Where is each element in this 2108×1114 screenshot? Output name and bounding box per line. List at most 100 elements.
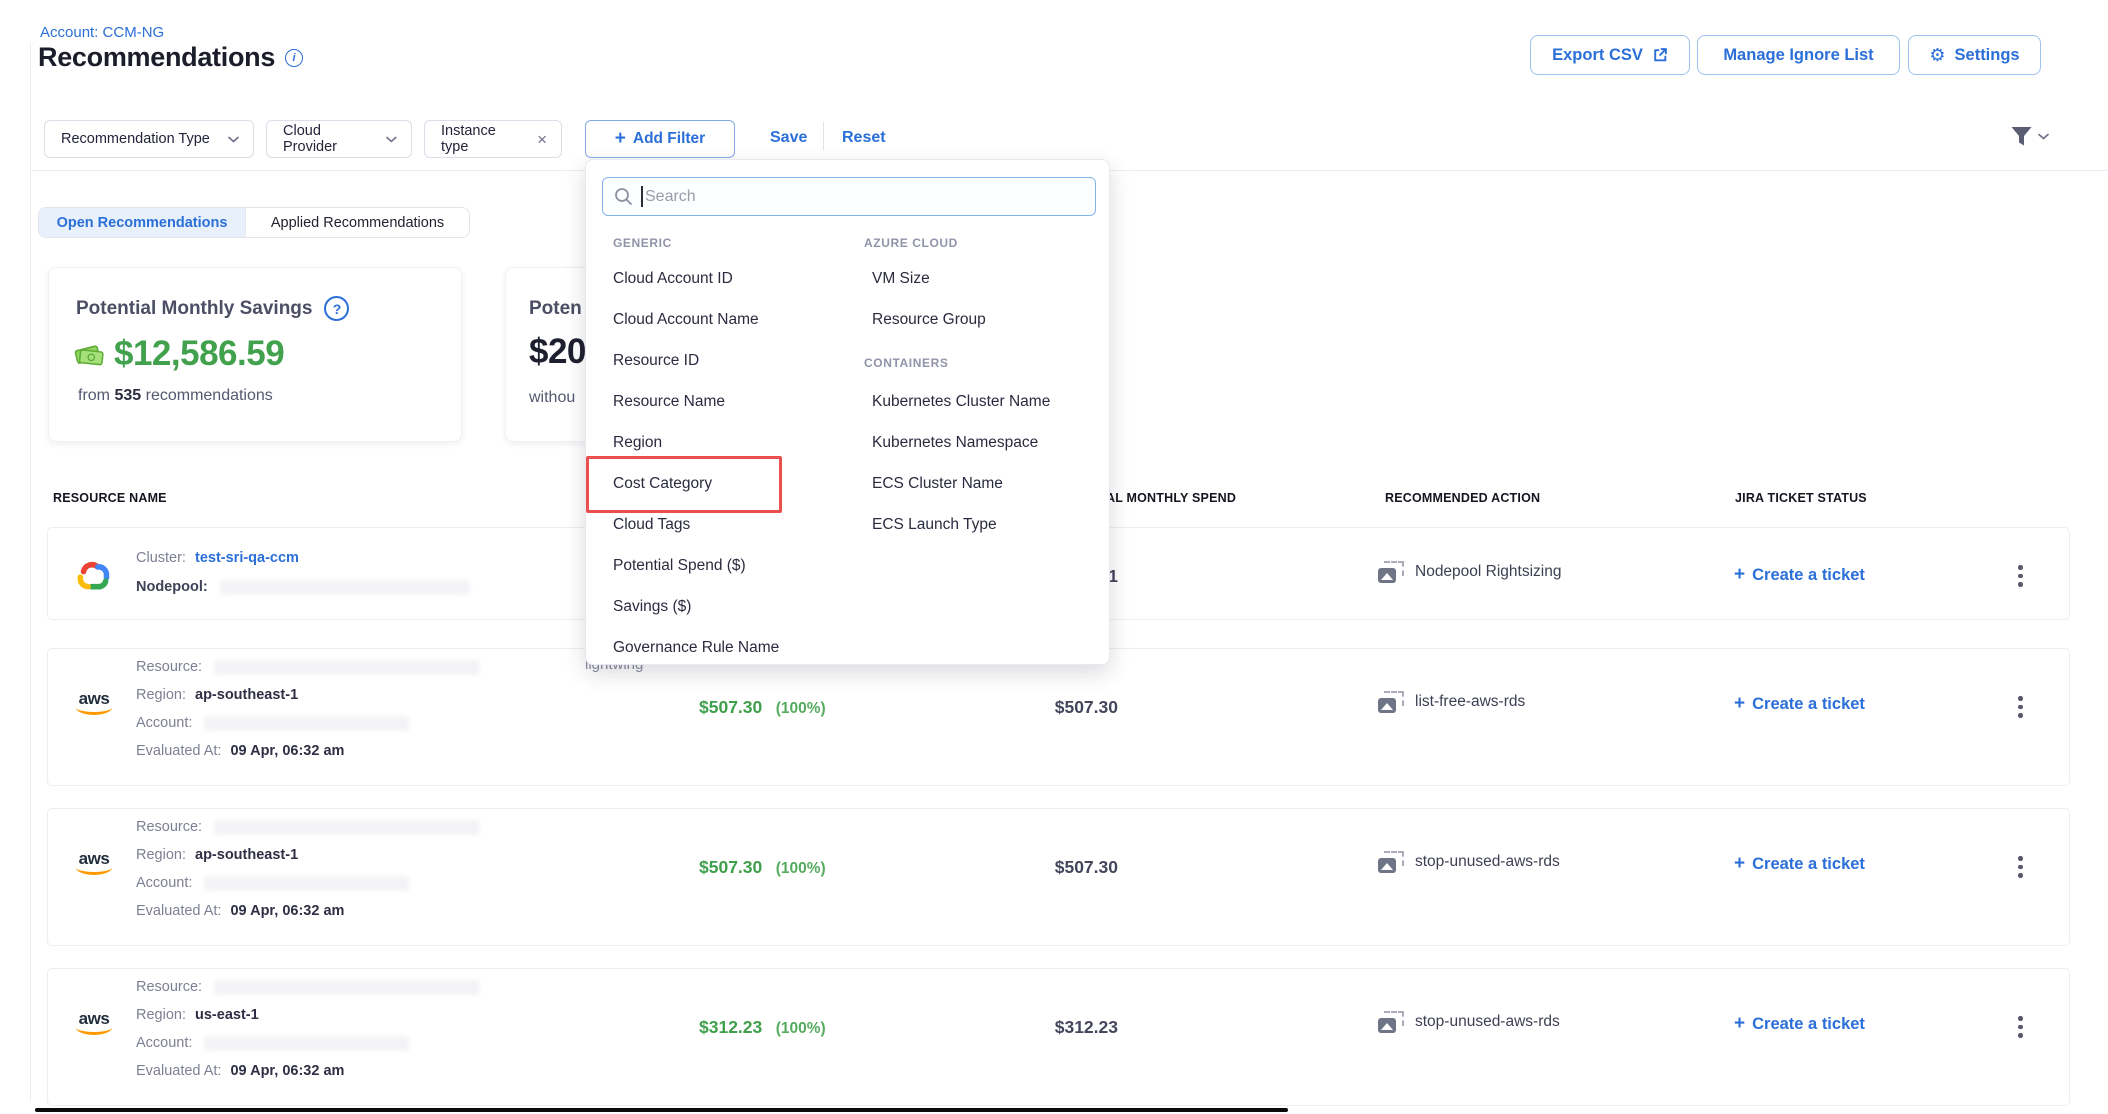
reset-filter-button[interactable]: Reset [842, 129, 886, 147]
recommendations-tabs: Open Recommendations Applied Recommendat… [38, 207, 470, 238]
filter-panel-toggle[interactable] [2010, 126, 2049, 147]
savings-percent: (100%) [776, 860, 826, 877]
breadcrumb[interactable]: Account: CCM-NG [40, 24, 164, 41]
row-menu-button[interactable] [2016, 694, 2025, 720]
chevron-down-icon [386, 136, 397, 143]
recommended-action-label: Nodepool Rightsizing [1415, 563, 1561, 581]
save-filter-button[interactable]: Save [770, 129, 807, 147]
cluster-label: Cluster: [136, 550, 186, 566]
filter-option-cloud-tags[interactable]: Cloud Tags [613, 516, 690, 534]
broken-image-icon [1378, 691, 1404, 713]
plus-icon: + [1734, 1013, 1745, 1034]
info-icon[interactable]: i [285, 49, 303, 67]
spend-card-title-fragment: Poten [529, 298, 582, 320]
row-menu-button[interactable] [2016, 563, 2025, 589]
gcp-logo [74, 558, 112, 595]
resource-label: Resource: [136, 819, 202, 835]
create-ticket-button[interactable]: +Create a ticket [1734, 1013, 1865, 1035]
redacted-value [204, 876, 409, 891]
recommended-action-cell: Nodepool Rightsizing [1378, 561, 1561, 583]
plus-icon: + [1734, 853, 1745, 874]
aws-logo: aws [74, 691, 114, 715]
row-menu-button[interactable] [2016, 854, 2025, 880]
filter-option-cloud-account-name[interactable]: Cloud Account Name [613, 311, 759, 329]
recommended-action-cell: list-free-aws-rds [1378, 691, 1525, 713]
settings-label: Settings [1955, 46, 2020, 65]
filter-option-cost-category[interactable]: Cost Category [613, 475, 712, 493]
filter-option-governance-rule-name[interactable]: Governance Rule Name [613, 639, 779, 657]
filter-option-potential-spend[interactable]: Potential Spend ($) [613, 557, 746, 575]
table-row[interactable]: aws Resource: Region: us-east-1 Account:… [47, 968, 2070, 1106]
filter-option-ecs-launch-type[interactable]: ECS Launch Type [872, 516, 997, 534]
create-ticket-label: Create a ticket [1752, 566, 1865, 584]
redacted-value [204, 1036, 409, 1051]
external-link-icon [1652, 47, 1668, 63]
filter-option-resource-group[interactable]: Resource Group [872, 311, 986, 329]
cluster-link[interactable]: test-sri-qa-ccm [195, 550, 299, 566]
filter-option-kubernetes-cluster-name[interactable]: Kubernetes Cluster Name [872, 393, 1050, 411]
manage-ignore-list-label: Manage Ignore List [1723, 46, 1873, 65]
evaluated-at-value: 09 Apr, 06:32 am [230, 1063, 344, 1079]
filter-chip-label: Cloud Provider [283, 123, 376, 155]
funnel-icon [2010, 126, 2033, 147]
aws-logo: aws [74, 851, 114, 875]
filter-option-region[interactable]: Region [613, 434, 662, 452]
evaluated-at-value: 09 Apr, 06:32 am [230, 743, 344, 759]
money-icon [74, 341, 106, 367]
help-icon[interactable]: ? [324, 296, 349, 321]
evaluated-at-label: Evaluated At: [136, 1063, 221, 1079]
tab-open-recommendations[interactable]: Open Recommendations [39, 208, 245, 237]
export-csv-button[interactable]: Export CSV [1530, 35, 1690, 75]
filter-chip-instance-type[interactable]: Instance type × [424, 120, 562, 158]
region-value: ap-southeast-1 [195, 847, 298, 863]
resource-label: Resource: [136, 979, 202, 995]
recommended-action-cell: stop-unused-aws-rds [1378, 851, 1560, 873]
account-label: Account: [136, 715, 192, 731]
column-header-monthly-spend: AL MONTHLY SPEND [1106, 491, 1236, 505]
filter-option-cloud-account-id[interactable]: Cloud Account ID [613, 270, 733, 288]
gear-icon: ⚙ [1929, 45, 1945, 66]
region-value: us-east-1 [195, 1007, 259, 1023]
table-row[interactable]: aws Resource: Region: ap-southeast-1 Acc… [47, 648, 2070, 786]
filter-chip-recommendation-type[interactable]: Recommendation Type [44, 120, 254, 158]
chevron-down-icon [2038, 133, 2049, 140]
text-caret [641, 186, 643, 207]
spend-card-footer-fragment: withou [529, 389, 575, 407]
filter-option-resource-name[interactable]: Resource Name [613, 393, 725, 411]
filter-option-vm-size[interactable]: VM Size [872, 270, 930, 288]
monthly-spend-value: $507.30 [948, 697, 1118, 718]
recommendations-page: Account: CCM-NG Recommendations i Export… [0, 0, 2108, 1114]
page-title-row: Recommendations i [38, 42, 303, 73]
filter-option-savings[interactable]: Savings ($) [613, 598, 691, 616]
filter-chip-cloud-provider[interactable]: Cloud Provider [266, 120, 412, 158]
region-label: Region: [136, 1007, 186, 1023]
filter-search-input[interactable] [602, 177, 1096, 216]
broken-image-icon [1378, 561, 1404, 583]
savings-amount: $507.30 [699, 697, 762, 717]
filter-option-resource-id[interactable]: Resource ID [613, 352, 699, 370]
close-icon[interactable]: × [537, 131, 547, 148]
save-reset-divider [823, 122, 824, 150]
chevron-down-icon [228, 136, 239, 143]
create-ticket-button[interactable]: + Create a ticket [1734, 564, 1865, 586]
tab-applied-recommendations[interactable]: Applied Recommendations [245, 208, 469, 237]
settings-button[interactable]: ⚙ Settings [1908, 35, 2041, 75]
add-filter-dropdown: GENERIC Cloud Account ID Cloud Account N… [585, 159, 1110, 665]
manage-ignore-list-button[interactable]: Manage Ignore List [1697, 35, 1900, 75]
recommendation-count: 535 [114, 387, 141, 404]
left-edge-divider [30, 42, 31, 1102]
redacted-value [214, 660, 479, 675]
savings-percent: (100%) [776, 1020, 826, 1037]
footer-suffix: recommendations [146, 387, 273, 404]
aws-logo: aws [74, 1011, 114, 1035]
savings-percent: (100%) [776, 700, 826, 717]
filter-option-kubernetes-namespace[interactable]: Kubernetes Namespace [872, 434, 1038, 452]
table-row[interactable]: aws Resource: Region: ap-southeast-1 Acc… [47, 808, 2070, 946]
plus-icon: + [1734, 564, 1745, 585]
add-filter-button[interactable]: + Add Filter [585, 120, 735, 158]
create-ticket-button[interactable]: +Create a ticket [1734, 853, 1865, 875]
create-ticket-button[interactable]: +Create a ticket [1734, 693, 1865, 715]
filter-option-ecs-cluster-name[interactable]: ECS Cluster Name [872, 475, 1003, 493]
row-menu-button[interactable] [2016, 1014, 2025, 1040]
bottom-edge-artifact [35, 1108, 1288, 1112]
